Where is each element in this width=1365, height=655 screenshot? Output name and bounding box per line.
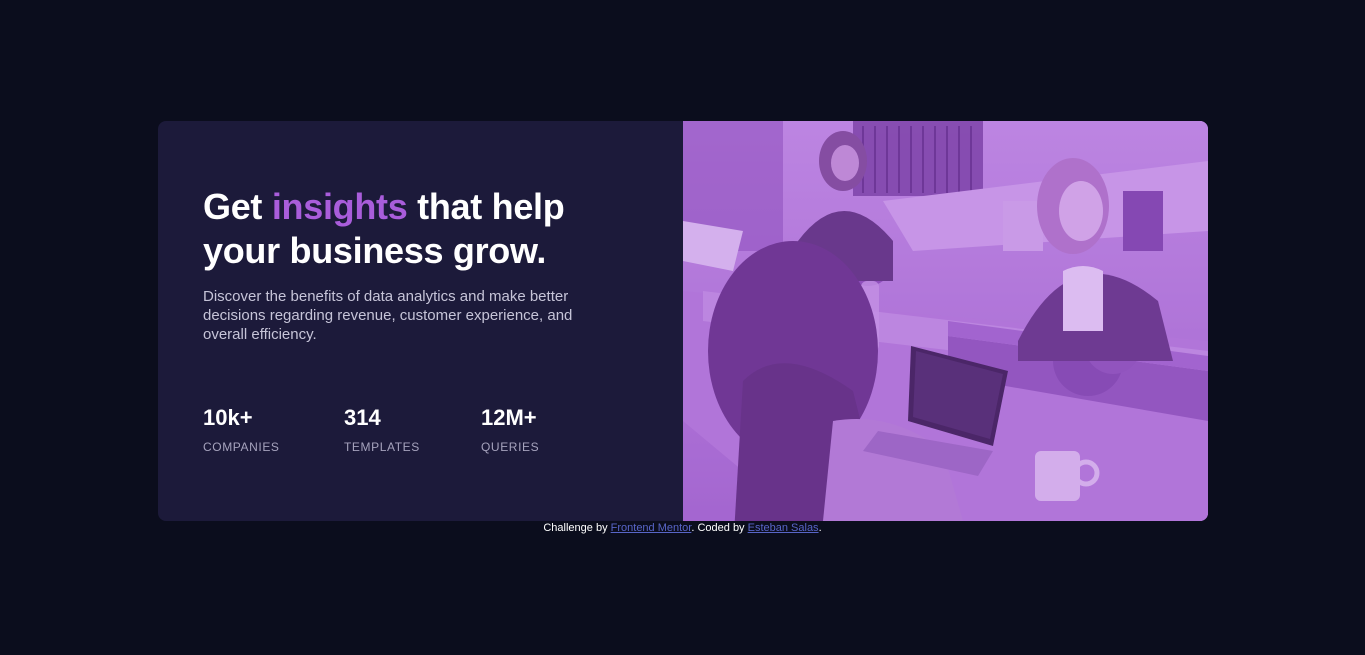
stat-companies: 10k+ COMPANIES [203, 404, 344, 454]
stat-value: 10k+ [203, 405, 253, 430]
stats-preview-card: Get insights that help your business gro… [158, 121, 1208, 521]
stat-label: COMPANIES [203, 440, 280, 454]
frontend-mentor-link[interactable]: Frontend Mentor [611, 522, 692, 534]
author-link[interactable]: Esteban Salas [748, 522, 819, 534]
office-photo [683, 121, 1208, 521]
attribution: Challenge by Frontend Mentor. Coded by E… [0, 521, 1365, 535]
description: Discover the benefits of data analytics … [203, 288, 573, 343]
stat-value: 12M+ [481, 405, 537, 430]
headline-start: Get [203, 186, 272, 227]
attribution-prefix: Challenge by [543, 522, 611, 534]
stat-templates: 314 TEMPLATES [344, 404, 481, 454]
stat-queries: 12M+ QUERIES [481, 404, 581, 454]
stat-label: TEMPLATES [344, 440, 420, 454]
headline: Get insights that help your business gro… [203, 185, 603, 273]
headline-accent: insights [271, 186, 408, 227]
header-image [683, 121, 1208, 521]
stat-label: QUERIES [481, 440, 540, 454]
stat-value: 314 [344, 405, 381, 430]
attribution-suffix: . [818, 522, 822, 534]
attribution-middle: . Coded by [691, 522, 748, 534]
stats-row: 10k+ COMPANIES 314 TEMPLATES 12M+ QUERIE… [203, 404, 581, 454]
card-content: Get insights that help your business gro… [158, 121, 683, 521]
